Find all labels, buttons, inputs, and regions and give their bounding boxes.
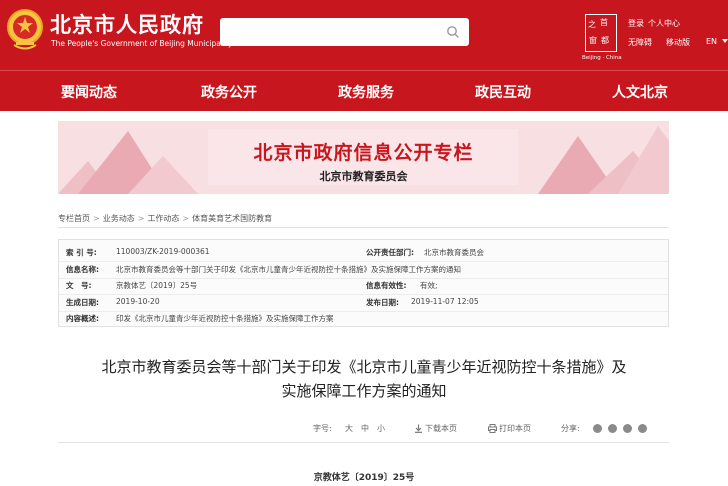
breadcrumb: 专栏首页 > 业务动态 > 工作动态 > 体育美育艺术国防教育 (58, 214, 273, 223)
accessibility-link[interactable]: 无障碍 (628, 37, 652, 48)
created-date-value: 2019-10-20 (116, 297, 160, 306)
nav-item-gov-affairs[interactable]: 政务公开 (201, 82, 257, 102)
article-title-line: 北京市教育委员会等十部门关于印发《北京市儿童青少年近视防控十条措施》及 (101, 358, 627, 376)
search-box[interactable] (220, 18, 469, 46)
banner-title: 北京市政府信息公开专栏 (253, 142, 474, 164)
chevron-down-icon (721, 39, 728, 43)
main-nav: 要闻动态 政务公开 政务服务 政民互动 人文北京 (0, 70, 728, 111)
summary-value: 印发《北京市儿童青少年近视防控十条措施》及实施保障工作方案 (116, 314, 334, 323)
document-info-table: 索 引 号: 110003/ZK-2019-000361 公开责任部门: 北京市… (58, 239, 669, 327)
share-more-icon[interactable] (638, 424, 647, 433)
seal-char: 窗 (589, 36, 597, 45)
download-icon[interactable] (414, 424, 423, 433)
article-title-line: 实施保障工作方案的通知 (281, 382, 447, 400)
font-large-button[interactable]: 大 (345, 423, 353, 434)
share-weibo-icon[interactable] (593, 424, 602, 433)
doc-number-label: 文 号: (66, 281, 92, 290)
seal-char: 首 (600, 18, 608, 27)
language-switch[interactable]: EN (706, 37, 728, 46)
nav-item-interaction[interactable]: 政民互动 (475, 82, 531, 102)
nav-item-services[interactable]: 政务服务 (338, 82, 394, 102)
personal-center-link[interactable]: 个人中心 (648, 18, 680, 29)
seal-char: 之 (588, 20, 596, 29)
validity-value: 有效; (420, 281, 438, 290)
created-date-label: 生成日期: (66, 298, 99, 307)
banner-subtitle: 北京市教育委员会 (319, 170, 408, 183)
font-small-button[interactable]: 小 (377, 423, 385, 434)
index-value: 110003/ZK-2019-000361 (116, 247, 210, 256)
site-header: 北京市人民政府 The People's Government of Beiji… (0, 0, 728, 70)
site-title-en: The People's Government of Beijing Munic… (51, 39, 233, 48)
print-icon[interactable] (488, 424, 497, 433)
font-size-label: 字号: (313, 424, 332, 433)
article-doc-number: 京教体艺〔2019〕25号 (313, 473, 415, 483)
dept-value: 北京市教育委员会 (424, 248, 484, 257)
breadcrumb-business[interactable]: 业务动态 (103, 214, 135, 223)
nav-item-culture[interactable]: 人文北京 (612, 82, 668, 102)
article-divider (58, 442, 669, 443)
share-label: 分享: (561, 424, 580, 433)
dept-label: 公开责任部门: (366, 248, 414, 257)
name-label: 信息名称: (66, 265, 99, 274)
article-title: 北京市教育委员会等十部门关于印发《北京市儿童青少年近视防控十条措施》及 实施保障… (40, 355, 688, 403)
article-toolbar: 字号: 大 中 小 下载本页 打印本页 分享: (0, 423, 728, 437)
summary-label: 内容概述: (66, 314, 99, 323)
doc-number-value: 京教体艺〔2019〕25号 (116, 281, 198, 290)
search-icon[interactable] (446, 25, 460, 39)
published-date-value: 2019-11-07 12:05 (411, 297, 479, 306)
share-qzone-icon[interactable] (623, 424, 632, 433)
seal-char: 都 (601, 36, 609, 45)
site-title[interactable]: 北京市人民政府 (50, 9, 204, 39)
share-wechat-icon[interactable] (608, 424, 617, 433)
breadcrumb-current[interactable]: 体育美育艺术国防教育 (192, 214, 272, 223)
capital-window-subtitle: Beijing · China (582, 55, 622, 61)
name-value: 北京市教育委员会等十部门关于印发《北京市儿童青少年近视防控十条措施》及实施保障工… (116, 265, 461, 274)
capital-window-logo[interactable]: 之 首 窗 都 (585, 14, 617, 52)
login-link[interactable]: 登录 (628, 18, 644, 29)
download-button[interactable]: 下载本页 (425, 423, 457, 434)
published-date-label: 发布日期: (366, 298, 399, 307)
nav-item-news[interactable]: 要闻动态 (61, 82, 117, 102)
breadcrumb-work[interactable]: 工作动态 (147, 214, 179, 223)
print-button[interactable]: 打印本页 (499, 423, 531, 434)
language-label: EN (706, 37, 718, 46)
font-medium-button[interactable]: 中 (361, 423, 369, 434)
national-emblem-icon[interactable] (6, 8, 44, 52)
breadcrumb-home[interactable]: 专栏首页 (58, 214, 90, 223)
validity-label: 信息有效性: (366, 281, 407, 290)
index-label: 索 引 号: (66, 248, 97, 257)
info-disclosure-banner: 北京市政府信息公开专栏 北京市教育委员会 (58, 121, 669, 194)
mobile-version-link[interactable]: 移动版 (666, 37, 690, 48)
breadcrumb-divider (58, 227, 669, 228)
